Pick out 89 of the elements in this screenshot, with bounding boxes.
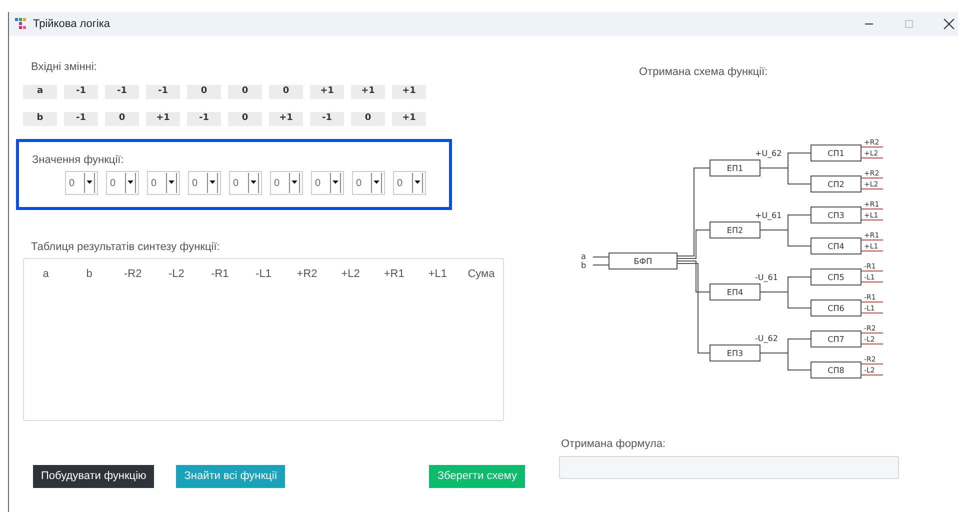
section-label: Вхідні змінні: xyxy=(31,61,98,74)
diagram-block: СП8 xyxy=(810,362,862,378)
column-header: -R2 xyxy=(122,267,143,282)
column-header: +R1 xyxy=(382,267,406,282)
value-cell: 0 xyxy=(228,112,262,126)
value-cell: 0 xyxy=(105,112,139,126)
value-dropdown[interactable]: 0 xyxy=(106,171,139,195)
column-header: +R2 xyxy=(296,267,318,282)
value-dropdown[interactable]: 0 xyxy=(270,171,303,195)
value-cell: +1 xyxy=(310,85,344,99)
section-label: Таблиця результатів синтезу функції: xyxy=(31,241,221,254)
caret-icon xyxy=(248,173,259,193)
window-title: Трійкова логіка xyxy=(33,16,110,32)
value-cell: 0 xyxy=(187,85,221,99)
variable-label: a xyxy=(23,85,57,99)
diagram-block: СП7 xyxy=(810,330,862,348)
column-header: +L1 xyxy=(427,267,448,282)
value-cell: -1 xyxy=(310,112,344,126)
value-cell: +1 xyxy=(392,112,426,126)
field-label: Отримана формула: xyxy=(561,438,667,451)
value-cell: -1 xyxy=(64,85,98,99)
section-label: Значення функції: xyxy=(32,154,125,167)
app-logo-icon xyxy=(15,18,27,30)
diagram-block: БФП xyxy=(608,252,678,270)
connector-line xyxy=(592,256,610,258)
value-dropdown[interactable]: 0 xyxy=(229,171,262,195)
value-dropdown[interactable]: 0 xyxy=(147,171,180,195)
output-line xyxy=(860,208,884,210)
input-label: b xyxy=(581,261,586,270)
diagram-block: СП3 xyxy=(810,206,862,224)
value-cell: +1 xyxy=(351,85,385,99)
column-header: -L2 xyxy=(167,267,186,282)
diagram-block: ЕП1 xyxy=(710,160,760,176)
caret-icon xyxy=(412,173,423,193)
caret-icon xyxy=(207,173,218,193)
value-cell: -1 xyxy=(64,112,98,126)
output-line xyxy=(860,270,884,272)
value-cell: -1 xyxy=(187,112,221,126)
column-header: +L2 xyxy=(340,267,361,282)
variable-label: b xyxy=(23,112,57,126)
close-icon[interactable] xyxy=(942,17,956,31)
action-button[interactable]: Побудувати функцію xyxy=(33,465,154,488)
input-label: a xyxy=(581,252,586,261)
caret-icon xyxy=(371,173,382,193)
value-cell: +1 xyxy=(269,112,303,126)
column-header: Сума xyxy=(466,267,496,282)
diagram-block: СП5 xyxy=(810,268,862,286)
column-header: a xyxy=(42,267,50,282)
diagram-block: СП2 xyxy=(810,176,862,192)
value-dropdown[interactable]: 0 xyxy=(188,171,221,195)
value-dropdown[interactable]: 0 xyxy=(352,171,385,195)
output-line xyxy=(860,312,884,314)
output-line xyxy=(860,146,884,148)
value-cell: 0 xyxy=(228,85,262,99)
column-header: -L1 xyxy=(254,267,272,282)
value-cell: +1 xyxy=(392,85,426,99)
value-dropdown[interactable]: 0 xyxy=(65,171,98,195)
signal-label: -U_62 xyxy=(755,334,778,343)
connector-line xyxy=(592,264,610,266)
diagram-block: СП4 xyxy=(810,238,862,254)
value-dropdown[interactable]: 0 xyxy=(311,171,344,195)
caret-icon xyxy=(330,173,341,193)
caret-icon xyxy=(289,173,300,193)
formula-field[interactable] xyxy=(559,456,899,479)
diagram-block: СП6 xyxy=(810,300,862,316)
output-line xyxy=(860,374,884,376)
caret-icon xyxy=(125,173,136,193)
signal-label: +U_62 xyxy=(755,149,782,158)
signal-label: -U_61 xyxy=(755,273,778,282)
caret-icon xyxy=(166,173,177,193)
action-button[interactable]: Знайти всі функції xyxy=(176,465,286,488)
value-cell: 0 xyxy=(351,112,385,126)
caret-icon xyxy=(84,173,95,193)
value-dropdown[interactable]: 0 xyxy=(393,171,426,195)
diagram-block: ЕП4 xyxy=(710,284,760,300)
value-cell: -1 xyxy=(105,85,139,99)
signal-label: +U_61 xyxy=(755,211,782,220)
output-line xyxy=(860,332,884,334)
diagram-block: ЕП3 xyxy=(710,344,760,362)
value-cell: 0 xyxy=(269,85,303,99)
column-header: -R1 xyxy=(210,267,230,282)
value-cell: -1 xyxy=(146,85,180,99)
value-cell: +1 xyxy=(146,112,180,126)
output-line xyxy=(860,250,884,252)
diagram-block: СП1 xyxy=(810,144,862,162)
diagram-block: ЕП2 xyxy=(710,222,760,238)
section-label: Отримана схема функції: xyxy=(639,66,769,79)
column-header: b xyxy=(85,267,94,282)
output-line xyxy=(860,188,884,190)
